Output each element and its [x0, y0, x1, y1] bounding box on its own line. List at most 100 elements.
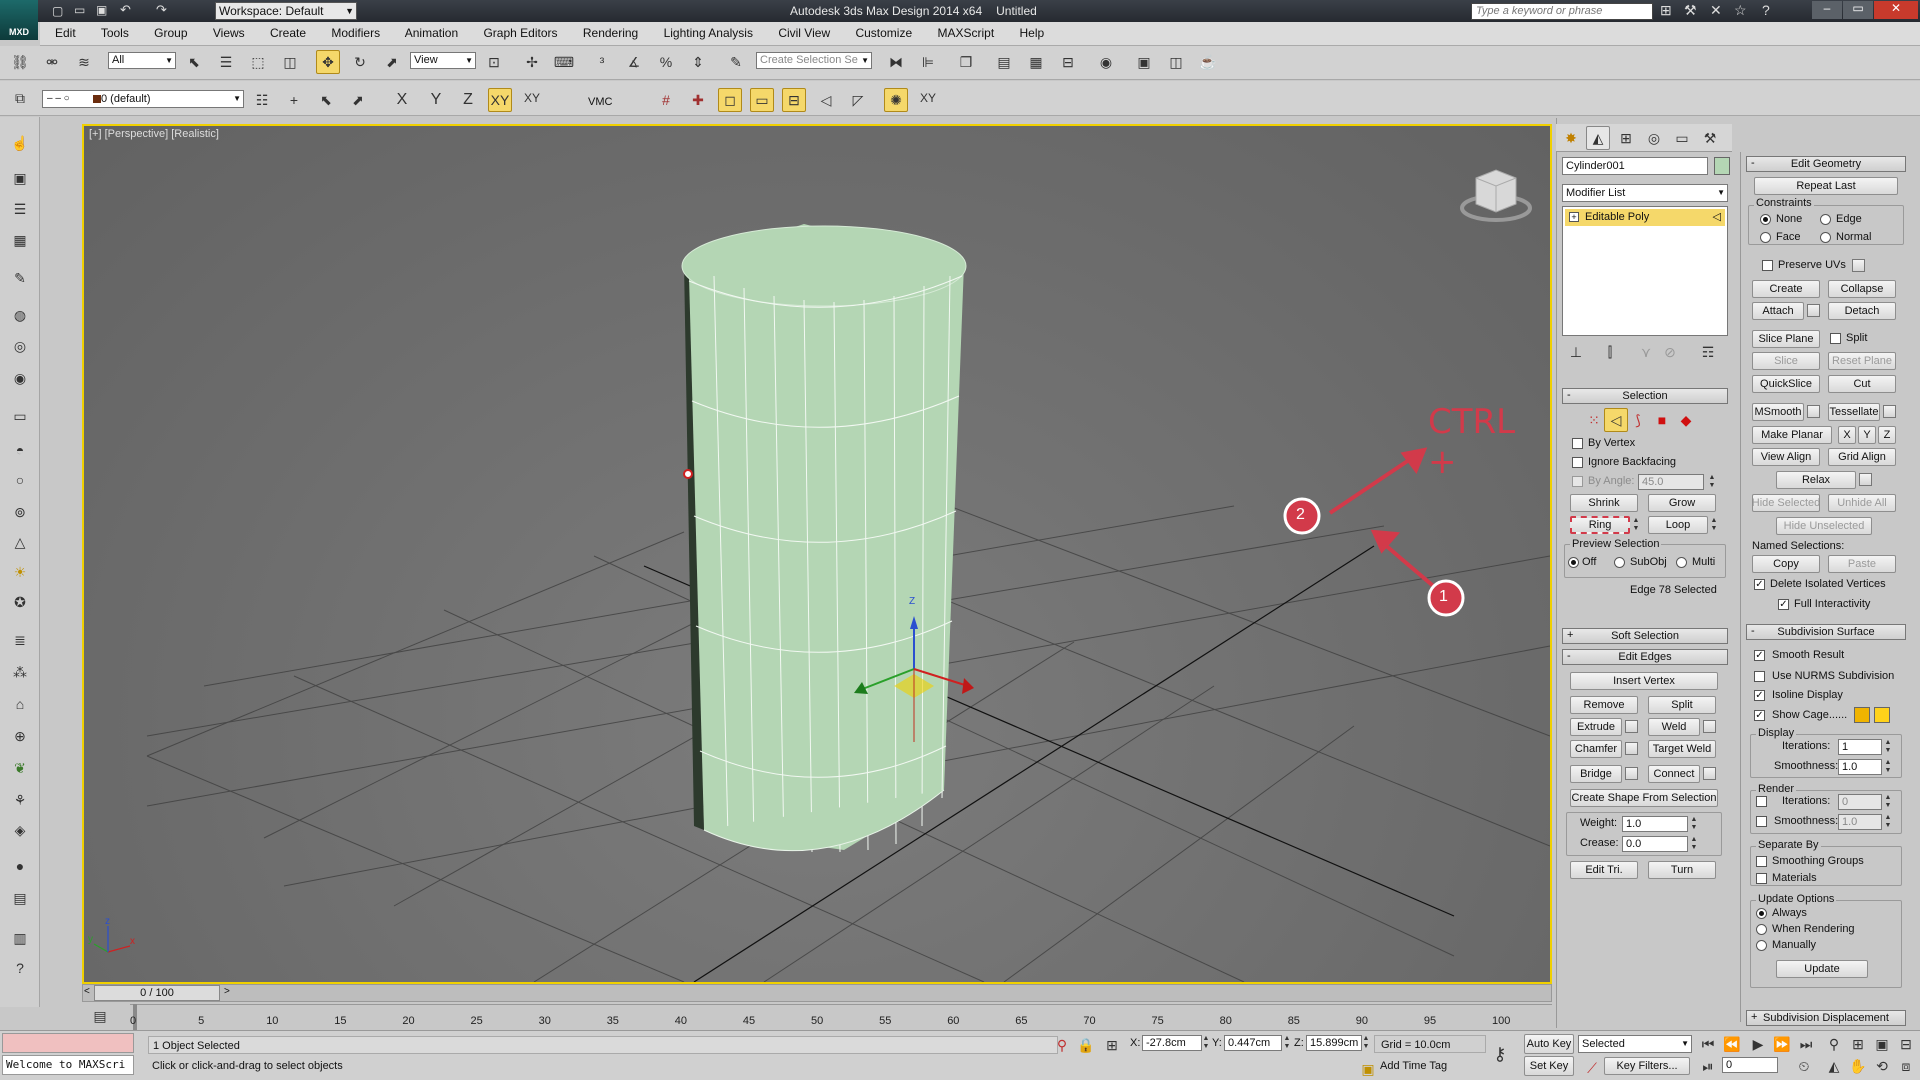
slice-button[interactable]: Slice	[1752, 352, 1820, 370]
weight-field[interactable]: 1.0	[1622, 816, 1688, 832]
edit-tri-button[interactable]: Edit Tri.	[1570, 861, 1638, 879]
snap-center-icon[interactable]: ✺	[884, 88, 908, 112]
snap-vertex-icon[interactable]: ◻	[718, 88, 742, 112]
make-planar-button[interactable]: Make Planar	[1752, 426, 1832, 444]
ignore-backfacing-checkbox[interactable]	[1572, 457, 1583, 468]
edit-geometry-rollout-header[interactable]: - Edit Geometry	[1746, 156, 1906, 172]
zoom-icon[interactable]: ⚲	[1822, 1032, 1846, 1056]
constraint-normal-radio[interactable]	[1820, 232, 1831, 243]
strip-torus-icon[interactable]: ◎	[8, 334, 32, 358]
preview-multi-radio[interactable]	[1676, 557, 1687, 568]
selection-rollout-header[interactable]: - Selection	[1562, 388, 1728, 404]
snaps-toggle-icon[interactable]: ³	[590, 50, 614, 74]
add-time-tag[interactable]: Add Time Tag	[1380, 1060, 1447, 1072]
unlink-icon[interactable]: ⚮	[40, 50, 64, 74]
keyboard-shortcut-icon[interactable]: ⌨	[552, 50, 576, 74]
quickslice-button[interactable]: QuickSlice	[1752, 375, 1820, 393]
strip-sun-icon[interactable]: ☀	[8, 560, 32, 584]
set-current-layer-icon[interactable]: ⬈	[346, 88, 370, 112]
snap-edge-icon[interactable]: ▭	[750, 88, 774, 112]
strip-animal-icon[interactable]: ⚘	[8, 788, 32, 812]
display-smoothness-field[interactable]: 1.0	[1838, 759, 1882, 775]
strip-display-icon[interactable]: ▣	[8, 166, 32, 190]
strip-dome-icon[interactable]: ◓	[8, 438, 32, 462]
hide-selected-button[interactable]: Hide Selected	[1752, 494, 1820, 512]
goto-start-icon[interactable]: ⏮	[1696, 1032, 1720, 1056]
expand-plus-icon[interactable]: +	[1569, 212, 1579, 222]
ring-button[interactable]: Ring	[1570, 516, 1630, 534]
create-tab-icon[interactable]: ✸	[1559, 126, 1583, 150]
hierarchy-tab-icon[interactable]: ⊞	[1614, 126, 1638, 150]
connect-settings-icon[interactable]	[1703, 767, 1716, 780]
update-always-radio[interactable]	[1756, 908, 1767, 919]
undo-icon[interactable]: ↶	[120, 2, 131, 18]
constrain-z-button[interactable]: Z	[456, 88, 480, 112]
strip-table-icon[interactable]: ▤	[8, 886, 32, 910]
slice-plane-button[interactable]: Slice Plane	[1752, 330, 1820, 348]
msmooth-settings-icon[interactable]	[1807, 405, 1820, 418]
show-cage-checkbox[interactable]: ✓	[1754, 710, 1765, 721]
render-iterations-field[interactable]: 0	[1838, 794, 1882, 810]
utilities-tab-icon[interactable]: ⚒	[1698, 126, 1722, 150]
maxscript-output[interactable]: Welcome to MAXScri	[2, 1055, 134, 1075]
modifier-list-dropdown[interactable]: Modifier List ▼	[1562, 184, 1728, 202]
strip-ball-icon[interactable]: ●	[8, 854, 32, 878]
menu-modifiers[interactable]: Modifiers	[331, 26, 380, 40]
spinner-snap-icon[interactable]: ⇕	[686, 50, 710, 74]
key-mode-dropdown[interactable]: Selected ▼	[1578, 1035, 1692, 1053]
align-icon[interactable]: ⊫	[916, 50, 940, 74]
snap-tangent-icon[interactable]: ◸	[846, 88, 870, 112]
strip-sculpt-icon[interactable]: ◍	[8, 303, 32, 327]
maxscript-mini-listener[interactable]	[2, 1033, 134, 1053]
edit-named-selection-icon[interactable]: ✎	[724, 50, 748, 74]
named-selection-set-dropdown[interactable]: Create Selection Se ▼	[756, 52, 872, 69]
render-smoothness-spinner[interactable]: ▲ ▼	[1884, 814, 1892, 830]
remove-button[interactable]: Remove	[1570, 696, 1638, 714]
snap-grid-icon[interactable]: #	[654, 88, 678, 112]
loop-spinner[interactable]: ▲ ▼	[1710, 517, 1718, 533]
paste-button[interactable]: Paste	[1828, 555, 1896, 573]
render-setup-icon[interactable]: ▣	[1132, 50, 1156, 74]
edit-edges-rollout-header[interactable]: - Edit Edges	[1562, 649, 1728, 665]
weld-settings-icon[interactable]	[1703, 720, 1716, 733]
grid-align-button[interactable]: Grid Align	[1828, 448, 1896, 466]
tessellate-button[interactable]: Tessellate	[1828, 403, 1880, 421]
angle-snap-icon[interactable]: ∡	[622, 50, 646, 74]
selection-lock-icon[interactable]: 🔒	[1074, 1033, 1098, 1057]
snap-pivot-icon[interactable]: ✚	[686, 88, 710, 112]
strip-stack-icon[interactable]: ⌂	[8, 692, 32, 716]
menu-edit[interactable]: Edit	[55, 26, 76, 40]
constraint-edge-radio[interactable]	[1820, 214, 1831, 225]
render-smoothness-field[interactable]: 1.0	[1838, 814, 1882, 830]
menu-maxscript[interactable]: MAXScript	[937, 26, 994, 40]
app-logo[interactable]: MXD	[0, 0, 38, 40]
relax-button[interactable]: Relax	[1776, 471, 1856, 489]
play-icon[interactable]: ▶	[1746, 1032, 1770, 1056]
relax-settings-icon[interactable]	[1859, 473, 1872, 486]
z-coord-field[interactable]: 15.899cm	[1306, 1035, 1362, 1051]
create-button[interactable]: Create	[1752, 280, 1820, 298]
repeat-last-button[interactable]: Repeat Last	[1754, 177, 1898, 195]
update-when-rendering-radio[interactable]	[1756, 924, 1767, 935]
collapse-button[interactable]: Collapse	[1828, 280, 1896, 298]
preserve-uvs-checkbox[interactable]	[1762, 260, 1773, 271]
percent-snap-icon[interactable]: %	[654, 50, 678, 74]
full-interactivity-checkbox[interactable]: ✓	[1778, 599, 1789, 610]
ring-spinner[interactable]: ▲ ▼	[1632, 517, 1640, 533]
quick-access-new-icon[interactable]: ▢	[52, 4, 63, 18]
by-angle-field[interactable]: 45.0	[1638, 474, 1704, 490]
modify-tab-icon[interactable]: ◭	[1586, 126, 1610, 150]
render-smoothness-checkbox[interactable]	[1756, 816, 1767, 827]
graphite-ribbon-icon[interactable]: ▤	[992, 50, 1016, 74]
planar-y-button[interactable]: Y	[1858, 426, 1876, 444]
zoom-all-icon[interactable]: ⊞	[1846, 1032, 1870, 1056]
detach-button[interactable]: Detach	[1828, 302, 1896, 320]
constrain-xy-button[interactable]: XY	[488, 88, 512, 112]
render-production-icon[interactable]: ☕	[1196, 50, 1220, 74]
time-config-icon[interactable]: ⏲	[1792, 1054, 1816, 1078]
help-icon[interactable]: ?	[1762, 2, 1770, 18]
menu-animation[interactable]: Animation	[405, 26, 458, 40]
stack-item-editable-poly[interactable]: + Editable Poly ◁	[1565, 209, 1725, 226]
goto-end-icon[interactable]: ⏭	[1794, 1032, 1818, 1056]
set-key-mode-icon[interactable]: ⟋	[1580, 1056, 1604, 1080]
